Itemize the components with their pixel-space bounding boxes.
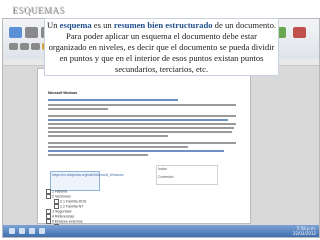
text-line bbox=[48, 131, 232, 133]
text-line bbox=[48, 142, 236, 144]
text-line bbox=[48, 146, 188, 148]
outline-item-label: 2.2 Familia NT bbox=[60, 204, 84, 209]
text-line bbox=[48, 115, 236, 117]
side-label-content: Contenido bbox=[158, 175, 174, 179]
underline-icon[interactable] bbox=[31, 43, 40, 50]
outline-item-label: 4 Referencias bbox=[52, 214, 75, 219]
callout-keyword-esquema: esquema bbox=[59, 20, 92, 30]
select-icon[interactable] bbox=[293, 27, 306, 38]
outline-item-label: 1 Historia bbox=[52, 189, 68, 194]
slide-title: ESQUEMAS bbox=[12, 5, 65, 15]
outline-item-label: 2.1 Familia DOS bbox=[60, 199, 87, 204]
clock-date: 22/03/2012 bbox=[292, 231, 316, 236]
media-icon[interactable] bbox=[39, 228, 45, 234]
link-note-box[interactable]: https://es.wikipedia.org/wiki/Microsoft_… bbox=[50, 171, 123, 191]
callout-keyword-resumen: resumen bien estructurado bbox=[113, 20, 213, 30]
text-line bbox=[48, 104, 236, 106]
bold-icon[interactable] bbox=[9, 43, 18, 50]
folder-icon[interactable] bbox=[29, 228, 35, 234]
callout-text: es un bbox=[91, 20, 114, 30]
outline-item-label: 2 Versiones bbox=[52, 194, 71, 199]
outline-item-label: 5 Enlaces externos bbox=[52, 219, 83, 224]
outline-bullet-icon bbox=[46, 194, 51, 199]
text-line bbox=[48, 119, 228, 121]
text-line bbox=[48, 123, 236, 125]
side-label-index: Índice bbox=[158, 167, 168, 171]
document-page[interactable]: Microsoft Windows https://es.wikipedia.o… bbox=[37, 68, 251, 234]
text-line bbox=[48, 135, 168, 137]
text-line bbox=[48, 154, 148, 156]
text-line bbox=[48, 150, 224, 152]
taskbar-clock[interactable]: 5:58 p.m. 22/03/2012 bbox=[293, 226, 316, 236]
text-line bbox=[48, 108, 108, 110]
callout-text: Un bbox=[47, 20, 60, 30]
paste-icon[interactable] bbox=[9, 27, 22, 38]
taskbar: 5:58 p.m. 22/03/2012 bbox=[3, 225, 319, 237]
font-icon[interactable] bbox=[25, 27, 38, 38]
browser-icon[interactable] bbox=[19, 228, 25, 234]
document-heading: Microsoft Windows bbox=[48, 91, 78, 95]
definition-callout: Un esquema es un resumen bien estructura… bbox=[44, 18, 279, 76]
word-app-icon[interactable] bbox=[9, 228, 15, 234]
italic-icon[interactable] bbox=[20, 43, 29, 50]
text-line bbox=[48, 127, 234, 129]
outline-item-label: 3 Seguridad bbox=[52, 209, 72, 214]
text-line bbox=[48, 99, 178, 101]
outline-bullet-icon bbox=[46, 219, 51, 224]
